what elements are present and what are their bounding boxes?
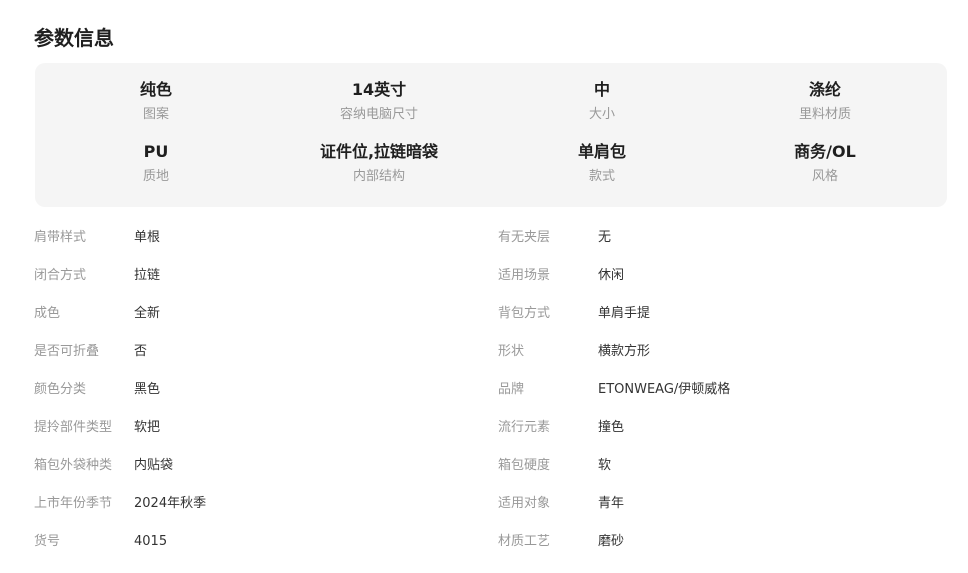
- key-parameter-value: 纯色: [139, 80, 172, 99]
- attribute-value: 单肩手提: [598, 306, 651, 321]
- key-parameter-label: 内部结构: [352, 169, 405, 184]
- attribute-key: 材质工艺: [498, 534, 551, 549]
- attribute-value: 拉链: [134, 268, 161, 283]
- key-parameter-label: 质地: [142, 169, 169, 184]
- attribute-key: 货号: [34, 534, 61, 549]
- attribute-key: 有无夹层: [498, 230, 551, 245]
- attribute-key: 适用对象: [498, 496, 551, 511]
- attribute-value: 撞色: [598, 420, 625, 435]
- attribute-key: 成色: [34, 306, 61, 321]
- key-parameter-label: 图案: [142, 107, 169, 122]
- attribute-key: 肩带样式: [34, 230, 87, 245]
- key-parameter-value: 单肩包: [577, 142, 626, 161]
- key-parameters-row: 纯色 图案 14英寸 容纳电脑尺寸 中 大小 涤纶 里料材质: [35, 79, 947, 129]
- key-parameter-item: 纯色 图案: [46, 79, 266, 124]
- attribute-key: 适用场景: [498, 268, 551, 283]
- key-parameter-label: 风格: [811, 169, 838, 184]
- attribute-key: 颜色分类: [34, 382, 87, 397]
- key-parameter-item: 中 大小: [492, 79, 712, 124]
- attribute-value: 全新: [134, 306, 161, 321]
- key-parameter-value: 商务/OL: [794, 142, 856, 161]
- key-parameter-value: 涤纶: [808, 80, 841, 99]
- key-parameter-label: 大小: [588, 107, 615, 122]
- attribute-value: 横款方形: [598, 344, 651, 359]
- attribute-value: 青年: [598, 496, 625, 511]
- attribute-value: 黑色: [134, 382, 161, 397]
- key-parameter-label: 里料材质: [798, 107, 851, 122]
- key-parameter-item: 商务/OL 风格: [715, 141, 935, 186]
- key-parameters-panel: 纯色 图案 14英寸 容纳电脑尺寸 中 大小 涤纶 里料材质 PU 质地 证件位: [35, 63, 947, 207]
- attribute-key: 品牌: [498, 382, 525, 397]
- attribute-key: 上市年份季节: [34, 496, 113, 511]
- attribute-key: 箱包外袋种类: [34, 458, 113, 473]
- attribute-value: 否: [134, 344, 148, 359]
- attribute-value: 无: [598, 230, 612, 245]
- attribute-value: 软: [598, 458, 612, 473]
- key-parameter-item: 单肩包 款式: [492, 141, 712, 186]
- key-parameter-value: 14英寸: [351, 80, 407, 99]
- attribute-value: 软把: [134, 420, 161, 435]
- product-parameters-page: 参数信息 纯色 图案 14英寸 容纳电脑尺寸 中 大小 涤纶 里料材质 PU 质…: [0, 0, 968, 573]
- attribute-value: 4015: [134, 534, 168, 549]
- attribute-key: 背包方式: [498, 306, 551, 321]
- key-parameter-value: PU: [143, 142, 169, 161]
- attribute-key: 闭合方式: [34, 268, 87, 283]
- attribute-key: 是否可折叠: [34, 344, 100, 359]
- attribute-key: 形状: [498, 344, 525, 359]
- attribute-key: 流行元素: [498, 420, 551, 435]
- key-parameter-item: 涤纶 里料材质: [715, 79, 935, 124]
- key-parameter-label: 容纳电脑尺寸: [339, 107, 418, 122]
- attribute-value: 内贴袋: [134, 458, 174, 473]
- key-parameter-label: 款式: [588, 169, 615, 184]
- key-parameter-item: 14英寸 容纳电脑尺寸: [269, 79, 489, 124]
- attribute-value: 单根: [134, 230, 161, 245]
- key-parameter-item: 证件位,拉链暗袋 内部结构: [269, 141, 489, 186]
- attribute-value: 磨砂: [598, 534, 625, 549]
- key-parameter-value: 证件位,拉链暗袋: [319, 142, 439, 161]
- attribute-value: 2024年秋季: [134, 496, 207, 511]
- section-title: 参数信息: [34, 26, 114, 50]
- attribute-key: 箱包硬度: [498, 458, 551, 473]
- key-parameters-row: PU 质地 证件位,拉链暗袋 内部结构 单肩包 款式 商务/OL 风格: [35, 141, 947, 191]
- attribute-value: 休闲: [598, 268, 625, 283]
- attribute-value: ETONWEAG/伊顿威格: [598, 382, 731, 397]
- key-parameter-value: 中: [593, 80, 610, 99]
- attribute-key: 提拎部件类型: [34, 420, 113, 435]
- key-parameter-item: PU 质地: [46, 141, 266, 186]
